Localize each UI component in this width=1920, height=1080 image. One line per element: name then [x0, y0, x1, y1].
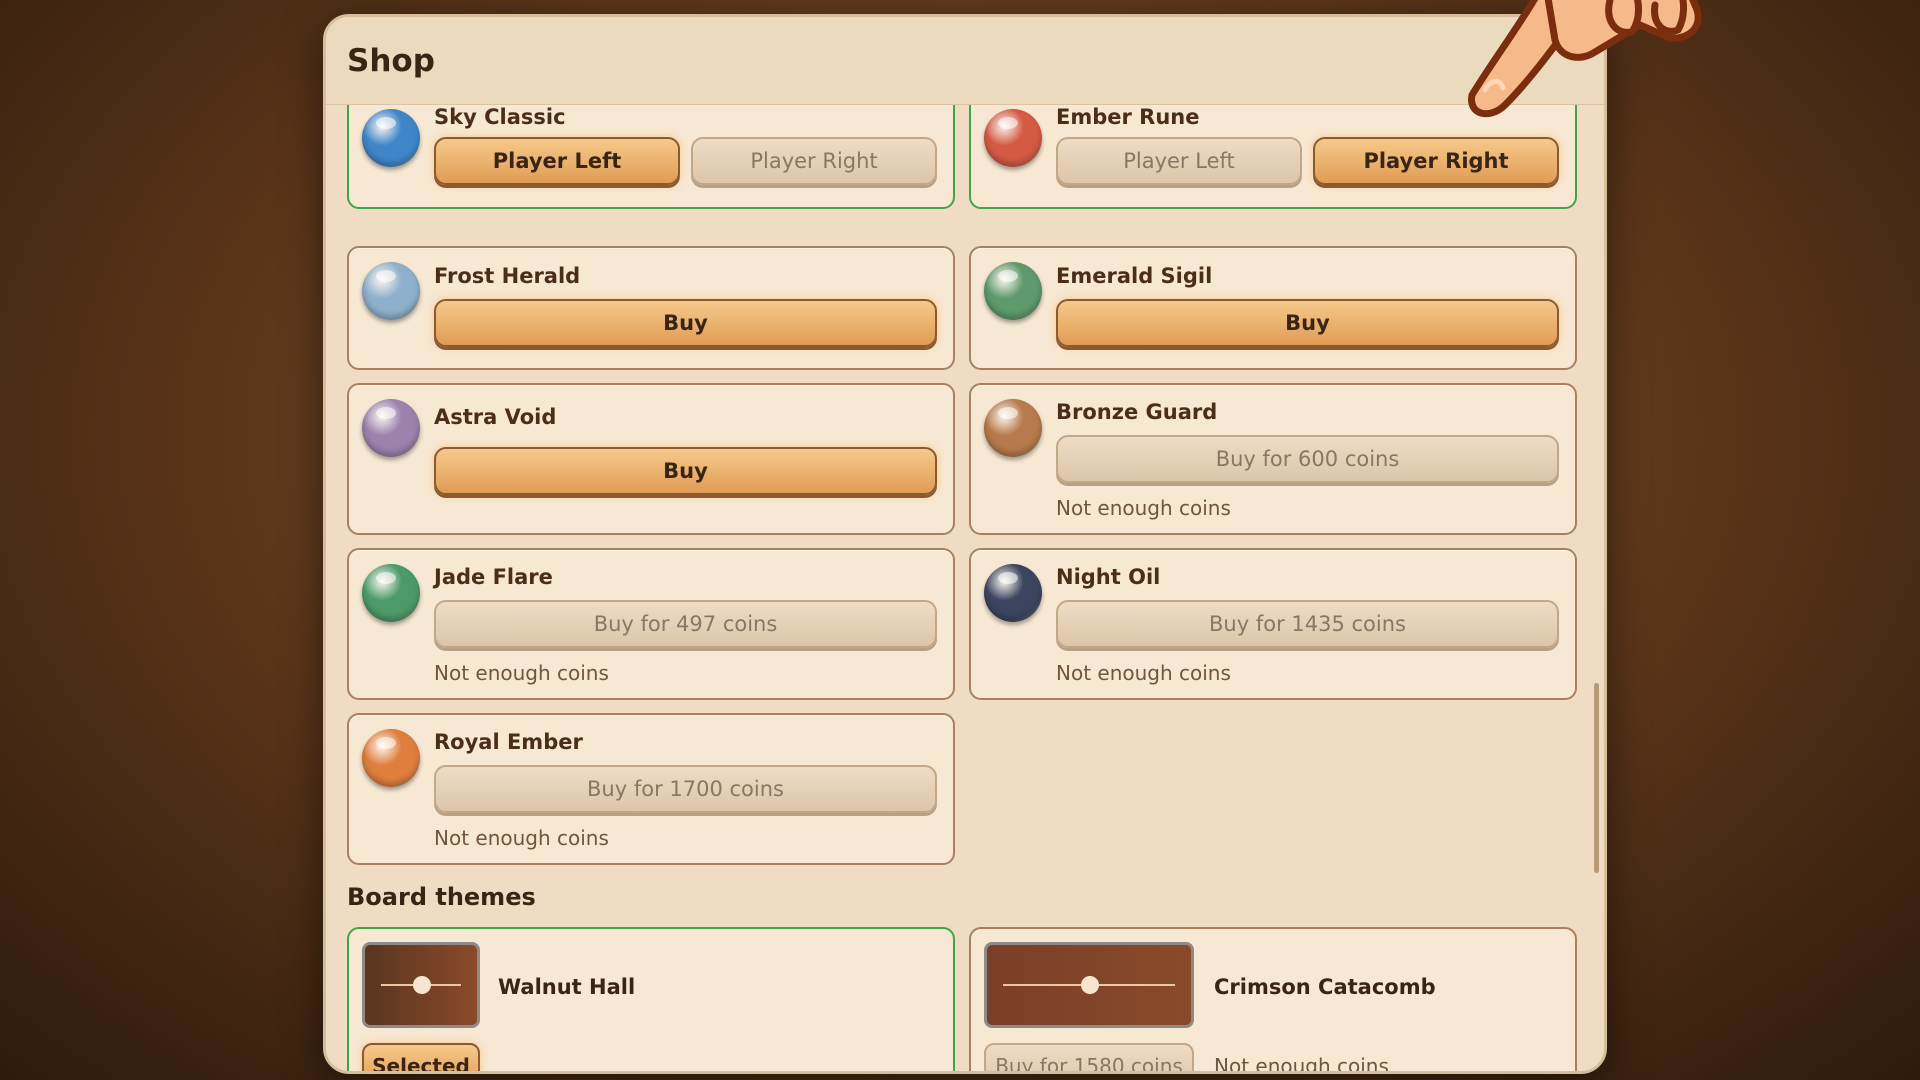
board-theme-thumbnail-icon: [362, 942, 480, 1028]
player-left-button[interactable]: Player Left: [1056, 137, 1302, 185]
piece-name: Emerald Sigil: [1056, 264, 1213, 288]
buy-coins-button[interactable]: Buy for 1580 coins: [984, 1043, 1194, 1071]
piece-orb-icon: [362, 262, 420, 320]
selected-button[interactable]: Selected: [362, 1043, 480, 1071]
piece-name: Ember Rune: [1056, 105, 1200, 129]
piece-orb-icon: [362, 729, 420, 787]
piece-card-royal-ember: Royal Ember Buy for 1700 coins Not enoug…: [347, 713, 955, 865]
buy-coins-button[interactable]: Buy for 1700 coins: [434, 765, 937, 813]
shop-scroll-area[interactable]: Sky Classic Player Left Player Right Emb…: [326, 105, 1604, 1071]
not-enough-coins-note: Not enough coins: [434, 661, 609, 685]
board-theme-thumbnail-icon: [984, 942, 1194, 1028]
piece-card-jade-flare: Jade Flare Buy for 497 coins Not enough …: [347, 548, 955, 700]
piece-name: Bronze Guard: [1056, 400, 1218, 424]
player-left-button[interactable]: Player Left: [434, 137, 680, 185]
piece-orb-icon: [362, 399, 420, 457]
piece-orb-icon: [984, 564, 1042, 622]
buy-button[interactable]: Buy: [1056, 299, 1559, 347]
buy-coins-button[interactable]: Buy for 600 coins: [1056, 435, 1559, 483]
not-enough-coins-note: Not enough coins: [1056, 496, 1231, 520]
piece-name: Astra Void: [434, 405, 557, 429]
page-title: Shop: [347, 43, 435, 79]
piece-card-night-oil: Night Oil Buy for 1435 coins Not enough …: [969, 548, 1577, 700]
theme-card-crimson-catacomb: Crimson Catacomb Buy for 1580 coins Not …: [969, 927, 1577, 1071]
piece-name: Jade Flare: [434, 565, 553, 589]
buy-button[interactable]: Buy: [434, 299, 937, 347]
not-enough-coins-note: Not enough coins: [1214, 1054, 1389, 1071]
board-themes-title: Board themes: [347, 883, 536, 911]
piece-orb-icon: [984, 262, 1042, 320]
pointing-hand-icon: [1468, 0, 1702, 118]
piece-name: Sky Classic: [434, 105, 566, 129]
piece-card-emerald-sigil: Emerald Sigil Buy: [969, 246, 1577, 370]
piece-name: Night Oil: [1056, 565, 1161, 589]
piece-card-sky-classic: Sky Classic Player Left Player Right: [347, 105, 955, 209]
scrollbar-thumb[interactable]: [1594, 683, 1599, 873]
not-enough-coins-note: Not enough coins: [1056, 661, 1231, 685]
piece-card-astra-void: Astra Void Buy: [347, 383, 955, 535]
buy-coins-button[interactable]: Buy for 497 coins: [434, 600, 937, 648]
piece-card-bronze-guard: Bronze Guard Buy for 600 coins Not enoug…: [969, 383, 1577, 535]
piece-name: Frost Herald: [434, 264, 581, 288]
piece-orb-icon: [984, 399, 1042, 457]
shop-panel: Shop Sky Classic Player Left Player Righ…: [323, 14, 1607, 1074]
piece-orb-icon: [362, 564, 420, 622]
piece-orb-icon: [362, 109, 420, 167]
piece-orb-icon: [984, 109, 1042, 167]
piece-name: Royal Ember: [434, 730, 583, 754]
theme-name: Crimson Catacomb: [1214, 975, 1436, 999]
theme-name: Walnut Hall: [498, 975, 636, 999]
theme-card-walnut-hall: Walnut Hall Selected: [347, 927, 955, 1071]
player-right-button[interactable]: Player Right: [691, 137, 937, 185]
not-enough-coins-note: Not enough coins: [434, 826, 609, 850]
buy-coins-button[interactable]: Buy for 1435 coins: [1056, 600, 1559, 648]
buy-button[interactable]: Buy: [434, 447, 937, 495]
piece-card-frost-herald: Frost Herald Buy: [347, 246, 955, 370]
